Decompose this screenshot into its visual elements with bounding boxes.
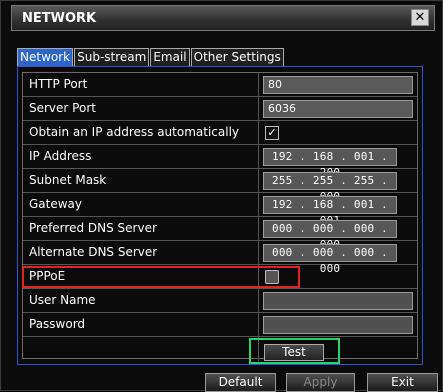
ip-address-input[interactable]: 192 . 168 . 001 . 200 <box>263 148 397 179</box>
row-gateway: Gateway 192 . 168 . 001 . 001 <box>23 193 417 227</box>
dhcp-checkbox[interactable]: ✓ <box>265 126 279 140</box>
gateway-label: Gateway <box>23 193 259 217</box>
row-alternate-dns: Alternate DNS Server 000 . 000 . 000 . 0… <box>23 241 417 275</box>
server-port-input[interactable]: 6036 <box>263 100 413 118</box>
password-input[interactable] <box>263 316 413 334</box>
http-port-label: HTTP Port <box>23 73 259 97</box>
apply-button[interactable]: Apply <box>286 373 355 392</box>
close-icon[interactable]: ✕ <box>411 9 429 26</box>
network-dialog: NETWORK ✕ Network Sub-stream Email Other… <box>0 0 443 392</box>
tab-sub-stream[interactable]: Sub-stream <box>74 48 150 66</box>
tab-other-settings[interactable]: Other Settings <box>190 48 284 66</box>
pppoe-label: PPPoE <box>23 265 259 289</box>
row-pppoe: PPPoE <box>23 265 417 289</box>
title-bar: NETWORK ✕ <box>11 5 435 31</box>
subnet-mask-input[interactable]: 255 . 255 . 255 . 000 <box>263 172 397 203</box>
test-row-spacer <box>23 337 259 361</box>
subnet-mask-label: Subnet Mask <box>23 169 259 193</box>
test-button[interactable]: Test <box>264 344 324 361</box>
tab-network[interactable]: Network <box>17 48 74 66</box>
http-port-input[interactable]: 80 <box>263 76 413 94</box>
exit-button[interactable]: Exit <box>367 373 438 392</box>
row-preferred-dns: Preferred DNS Server 000 . 000 . 000 . 0… <box>23 217 417 251</box>
user-name-label: User Name <box>23 289 259 313</box>
row-ip-address: IP Address 192 . 168 . 001 . 200 <box>23 145 417 179</box>
row-password: Password <box>23 313 417 337</box>
alternate-dns-input[interactable]: 000 . 000 . 000 . 000 <box>263 244 397 275</box>
settings-grid: HTTP Port 80 Server Port 6036 Obtain an … <box>22 72 418 361</box>
tab-email[interactable]: Email <box>150 48 190 66</box>
tab-bar: Network Sub-stream Email Other Settings <box>17 48 285 66</box>
server-port-label: Server Port <box>23 97 259 121</box>
row-user-name: User Name <box>23 289 417 313</box>
window-title: NETWORK <box>22 11 97 26</box>
default-button[interactable]: Default <box>205 373 276 392</box>
ip-address-label: IP Address <box>23 145 259 169</box>
row-http-port: HTTP Port 80 <box>23 73 417 97</box>
row-subnet-mask: Subnet Mask 255 . 255 . 255 . 000 <box>23 169 417 203</box>
pppoe-checkbox[interactable] <box>265 270 279 284</box>
preferred-dns-input[interactable]: 000 . 000 . 000 . 000 <box>263 220 397 251</box>
user-name-input[interactable] <box>263 292 413 310</box>
preferred-dns-label: Preferred DNS Server <box>23 217 259 241</box>
dhcp-label: Obtain an IP address automatically <box>23 121 259 145</box>
password-label: Password <box>23 313 259 337</box>
row-dhcp: Obtain an IP address automatically ✓ <box>23 121 417 145</box>
row-test <box>23 337 417 361</box>
alternate-dns-label: Alternate DNS Server <box>23 241 259 265</box>
gateway-input[interactable]: 192 . 168 . 001 . 001 <box>263 196 397 227</box>
row-server-port: Server Port 6036 <box>23 97 417 121</box>
